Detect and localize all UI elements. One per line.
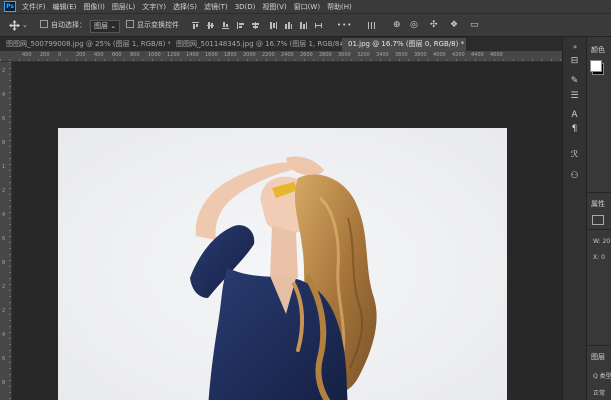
ruler-tick-label: 4 <box>2 332 6 338</box>
panel-divider <box>587 192 611 193</box>
show-transform-label: 显示变换控件 <box>137 21 179 29</box>
ruler-tick-label: 6 <box>2 116 6 122</box>
menu-bar: Ps 文件(F) 编辑(E) 图像(I) 图层(L) 文字(Y) 选择(S) 滤… <box>0 0 611 13</box>
align-bottom-icon[interactable] <box>222 22 229 29</box>
3d-mode-slide-icon[interactable]: ❖ <box>450 20 458 31</box>
photoshop-logo-icon[interactable]: Ps <box>4 1 16 12</box>
show-transform-checkbox[interactable]: 显示变换控件 <box>126 20 179 31</box>
checkbox-box <box>40 20 48 28</box>
distribute-horizontal-icon[interactable] <box>315 22 322 29</box>
ruler-tick-label: 6 <box>2 236 6 242</box>
distribute-bottom-icon[interactable] <box>300 22 307 29</box>
brush-settings-icon[interactable]: ✎ <box>568 75 581 87</box>
menu-help[interactable]: 帮助(H) <box>327 2 352 12</box>
move-tool-icon[interactable] <box>9 20 20 31</box>
ruler-tick-label: 4 <box>2 92 6 98</box>
x-field[interactable]: X: 0 <box>593 254 605 261</box>
adjustments-icon[interactable]: ☰ <box>568 90 581 102</box>
layer-filter-dropdown[interactable]: Q 类型 <box>593 371 611 380</box>
ruler-tick-label: 2 <box>2 308 6 314</box>
auto-select-checkbox[interactable]: 自动选择： <box>40 20 86 31</box>
auto-select-target-dropdown[interactable]: 图层 ⌄ <box>90 20 121 33</box>
ruler-tick-label: 8 <box>2 380 6 386</box>
ruler-tick-label: 4 <box>2 212 6 218</box>
menu-image[interactable]: 图像(I) <box>83 2 105 12</box>
menu-select[interactable]: 选择(S) <box>173 2 197 12</box>
tab-document-1[interactable]: 图图网_500799008.jpg @ 25% (图层 1, RGB/8) *× <box>0 38 170 51</box>
history-icon[interactable]: ⊟ <box>568 55 581 67</box>
menu-window[interactable]: 窗口(W) <box>294 2 320 12</box>
tab-document-2[interactable]: 图图网_501148345.jpg @ 16.7% (图层 1, RGB/8#)… <box>170 38 342 51</box>
menu-3d[interactable]: 3D(D) <box>235 3 256 11</box>
ruler-tick-label: 1 <box>2 164 6 170</box>
properties-panel-title[interactable]: 属性 <box>591 199 605 209</box>
3d-mode-orbit-icon[interactable]: ⊕ <box>393 20 401 31</box>
panel-divider <box>587 229 611 230</box>
tab-label: 图图网_500799008.jpg @ 25% (图层 1, RGB/8) * <box>6 40 170 48</box>
ruler-tick-label: 2 <box>2 284 6 290</box>
vertical-ruler[interactable]: 2 4 6 8 1 2 4 6 8 2 2 4 6 8 <box>0 62 12 400</box>
menu-filter[interactable]: 滤镜(T) <box>204 2 228 12</box>
distribute-vcenter-icon[interactable] <box>285 22 292 29</box>
menu-type[interactable]: 文字(Y) <box>142 2 166 12</box>
layers-panel-title[interactable]: 图层 <box>591 352 605 362</box>
tab-label: 01.jpg @ 16.7% (图层 0, RGB/8) * <box>348 40 465 48</box>
w-label: W: <box>593 238 601 245</box>
canvas-workspace[interactable] <box>12 62 562 400</box>
auto-select-target-value: 图层 <box>94 22 108 30</box>
align-left-icon[interactable] <box>237 22 244 29</box>
panel-divider <box>587 345 611 346</box>
menu-file[interactable]: 文件(F) <box>22 2 46 12</box>
x-value: 0 <box>601 254 605 261</box>
image-icon <box>592 215 604 225</box>
collapse-panels-icon[interactable]: » <box>568 41 581 53</box>
paragraph-icon[interactable]: ¶ <box>568 123 581 135</box>
align-hcenter-icon[interactable] <box>252 22 259 29</box>
styles-icon[interactable]: ℛ <box>568 149 581 161</box>
menu-edit[interactable]: 编辑(E) <box>53 2 77 12</box>
ruler-tick-label: 6 <box>2 356 6 362</box>
chevron-down-icon[interactable]: ⌄ <box>22 20 28 31</box>
auto-select-label: 自动选择： <box>51 21 86 29</box>
options-bar: ⌄ 自动选择： 图层 ⌄ 显示变换控件 ••• ⊕ ◎ ✣ ❖ ▭ <box>0 13 611 37</box>
width-field[interactable]: W: 20 <box>593 238 610 245</box>
w-value: 20 <box>602 238 611 245</box>
photo-woman-blue-dress <box>58 128 507 400</box>
3d-mode-roll-icon[interactable]: ◎ <box>410 20 418 31</box>
ruler-tick-label: 2 <box>2 68 6 74</box>
tab-label: 图图网_501148345.jpg @ 16.7% (图层 1, RGB/8#)… <box>176 40 342 48</box>
character-icon[interactable]: A <box>568 109 581 121</box>
more-options-button[interactable]: ••• <box>337 20 352 31</box>
blend-mode-dropdown[interactable]: 正常 <box>593 388 605 397</box>
horizontal-ruler[interactable]: 400 200 0 200 400 600 800 1000 1200 1400… <box>0 51 562 62</box>
3d-mode-drag-icon[interactable]: ✣ <box>430 20 438 31</box>
menu-view[interactable]: 视图(V) <box>262 2 286 12</box>
checkbox-box <box>126 20 134 28</box>
panel-icon-strip: » ⊟ ✎ ☰ A ¶ ℛ ⚇ <box>562 37 586 400</box>
tab-document-3-active[interactable]: 01.jpg @ 16.7% (图层 0, RGB/8) *× <box>342 38 466 51</box>
right-panels: 颜色 属性 W: 20 X: 0 图层 Q 类型 正常 <box>586 37 611 400</box>
foreground-color-swatch[interactable] <box>590 60 602 72</box>
document-canvas[interactable] <box>58 128 507 400</box>
align-top-icon[interactable] <box>192 22 199 29</box>
x-label: X: <box>593 254 600 261</box>
align-columns-icon[interactable] <box>368 22 375 29</box>
ruler-tick-label: 8 <box>2 140 6 146</box>
distribute-top-icon[interactable] <box>270 22 277 29</box>
align-vcenter-icon[interactable] <box>207 22 214 29</box>
menu-layer[interactable]: 图层(L) <box>112 2 135 12</box>
clone-source-icon[interactable]: ⚇ <box>568 170 581 182</box>
ruler-tick-label: 2 <box>2 188 6 194</box>
document-tab-bar: 图图网_500799008.jpg @ 25% (图层 1, RGB/8) *×… <box>0 37 562 51</box>
ruler-tick-label: 8 <box>2 260 6 266</box>
color-panel-title[interactable]: 颜色 <box>591 45 605 55</box>
3d-mode-scale-icon[interactable]: ▭ <box>470 20 479 31</box>
